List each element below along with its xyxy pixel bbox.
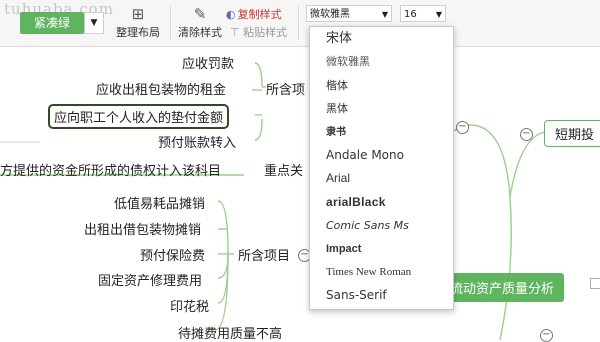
- clear-style-button[interactable]: ✎ 清除样式: [178, 4, 222, 40]
- mindmap-node[interactable]: 应收出租包装物的租金: [96, 79, 226, 98]
- font-option-arial-black[interactable]: arialBlack: [310, 191, 453, 214]
- font-family-dropdown: 宋体 微软雅黑 楷体 黑体 隶书 Andale Mono Arial arial…: [309, 26, 454, 310]
- chevron-down-icon: ▼: [435, 10, 442, 19]
- current-assets-quality-node[interactable]: 流动资产质量分析: [440, 273, 565, 302]
- font-family-value: 微软雅黑: [310, 9, 350, 20]
- clear-style-label: 清除样式: [178, 26, 222, 39]
- mindmap-canvas[interactable]: 应收罚款 应收出租包装物的租金 应向职工个人收入的垫付金额 预付账款转入 所含项…: [0, 47, 600, 342]
- collapse-toggle-icon[interactable]: −: [540, 329, 553, 342]
- branch-contains-items[interactable]: 所含项: [266, 79, 305, 98]
- font-option-lishu[interactable]: 隶书: [310, 121, 453, 144]
- font-size-select[interactable]: 16 ▼: [400, 5, 446, 22]
- expand-handle[interactable]: [590, 278, 600, 289]
- copy-style-label: 复制样式: [237, 8, 282, 21]
- font-option-heiti[interactable]: 黑体: [310, 97, 453, 120]
- mindmap-node[interactable]: 预付保险费: [140, 245, 205, 264]
- collapse-toggle-icon[interactable]: −: [520, 128, 533, 141]
- branch-key-points[interactable]: 重点关: [264, 160, 303, 179]
- chevron-down-icon: ▼: [381, 10, 388, 19]
- mindmap-node[interactable]: 待摊费用质量不高: [178, 323, 282, 342]
- toolbar-divider: [298, 6, 299, 40]
- brush-icon: ✎: [193, 5, 207, 23]
- paste-style-button[interactable]: ⊤ 粘贴样式: [230, 24, 287, 40]
- paste-icon: ⊤: [230, 26, 240, 39]
- mindmap-node[interactable]: 预付账款转入: [158, 132, 236, 151]
- palette-icon: ◐: [226, 8, 236, 21]
- font-option-times-new-roman[interactable]: Times New Roman: [310, 261, 453, 284]
- font-option-sans-serif[interactable]: Sans-Serif: [310, 284, 453, 307]
- font-option-kaiti[interactable]: 楷体: [310, 74, 453, 97]
- short-term-investment-node[interactable]: 短期投: [544, 120, 600, 147]
- font-option-comic-sans[interactable]: Comic Sans Ms: [310, 214, 453, 237]
- mindmap-node[interactable]: 印花税: [170, 296, 209, 315]
- toolbar: tuhuaba.com 紧凑绿 ▼ ⊞ 整理布局 ✎ 清除样式 ◐ 复制样式 ⊤ …: [0, 0, 600, 47]
- mindmap-node[interactable]: 应收罚款: [182, 53, 234, 72]
- font-option-impact[interactable]: Impact: [310, 238, 453, 261]
- theme-dropdown-toggle[interactable]: ▼: [84, 12, 104, 34]
- arrange-layout-label: 整理布局: [116, 26, 160, 39]
- font-option-songti[interactable]: 宋体: [310, 27, 453, 50]
- font-option-yahei[interactable]: 微软雅黑: [310, 50, 453, 73]
- collapse-toggle-icon[interactable]: −: [456, 121, 469, 134]
- toolbar-divider: [170, 6, 171, 40]
- mindmap-node-selected[interactable]: 应向职工个人收入的垫付金额: [48, 104, 230, 129]
- paste-style-label: 粘贴样式: [243, 26, 288, 39]
- font-option-arial[interactable]: Arial: [310, 167, 453, 190]
- layout-icon: ⊞: [131, 5, 145, 23]
- copy-style-button[interactable]: ◐ 复制样式: [226, 6, 282, 22]
- chevron-down-icon: ▼: [90, 18, 98, 28]
- font-family-select[interactable]: 微软雅黑 ▼: [306, 5, 392, 22]
- mindmap-node[interactable]: 出租出借包装物摊销: [84, 219, 201, 238]
- font-size-value: 16: [404, 9, 417, 20]
- font-option-andale-mono[interactable]: Andale Mono: [310, 144, 453, 167]
- mindmap-node[interactable]: 低值易耗品摊销: [114, 193, 205, 212]
- theme-button[interactable]: 紧凑绿: [20, 12, 84, 34]
- mindmap-node[interactable]: 固定资产修理费用: [98, 270, 202, 289]
- arrange-layout-button[interactable]: ⊞ 整理布局: [116, 4, 160, 40]
- branch-contains-items[interactable]: 所含项目: [238, 245, 290, 264]
- mindmap-node[interactable]: 方提供的资金所形成的债权计入该科目: [0, 160, 221, 179]
